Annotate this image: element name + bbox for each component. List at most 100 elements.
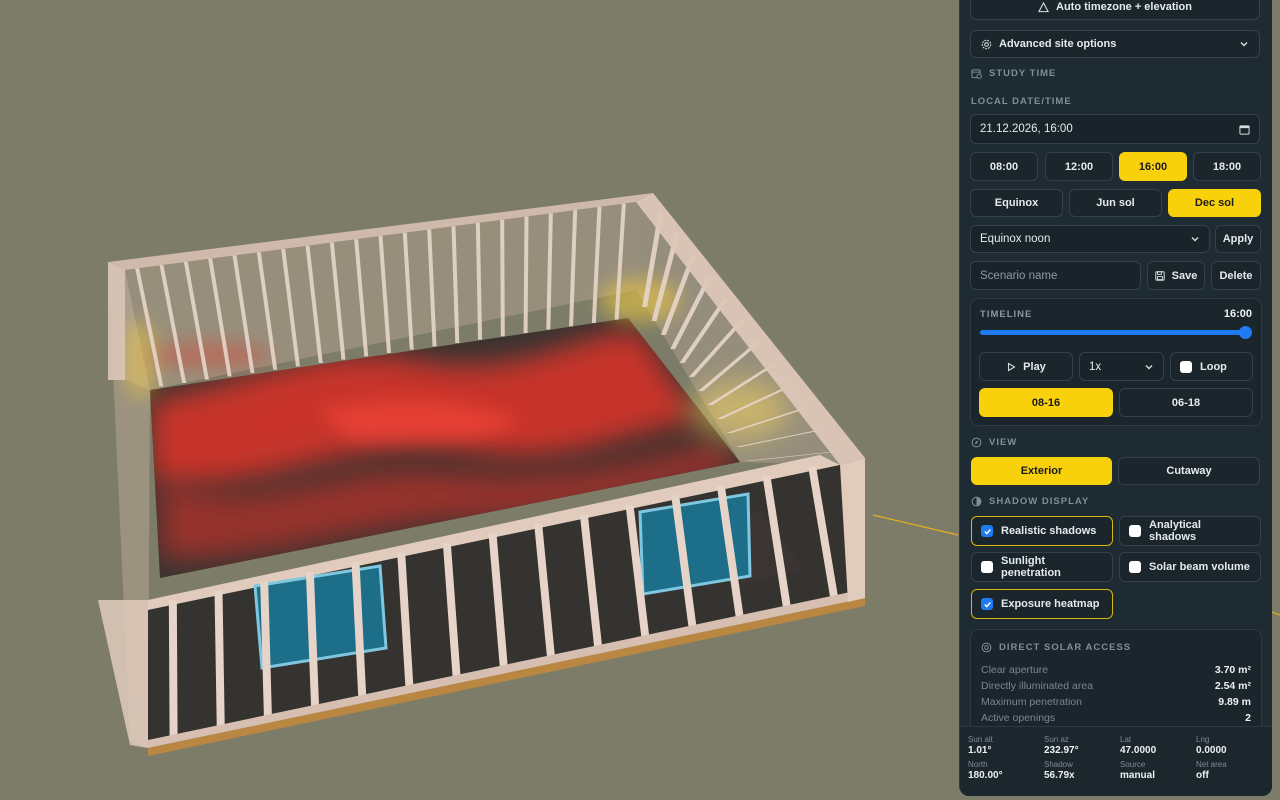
auto-timezone-button[interactable]: Auto timezone + elevation bbox=[970, 0, 1260, 20]
readout-label: Lng bbox=[1196, 735, 1210, 744]
chevron-down-icon bbox=[1144, 362, 1154, 372]
range-preset-08-16[interactable]: 08-16 bbox=[979, 388, 1113, 417]
scenario-name-placeholder: Scenario name bbox=[980, 269, 1058, 282]
sunlight-penetration-checkbox[interactable]: Sunlight penetration bbox=[971, 552, 1113, 582]
stat-value: 2 bbox=[1245, 712, 1251, 724]
speed-select[interactable]: 1x bbox=[1079, 352, 1164, 381]
shadow-option-label: Exposure heatmap bbox=[1001, 598, 1100, 610]
readout-lng: Lng 0.0000 bbox=[1196, 735, 1272, 756]
checkbox-checked[interactable] bbox=[981, 525, 993, 537]
stat-label: Maximum penetration bbox=[981, 696, 1082, 708]
datetime-input[interactable]: 21.12.2026, 16:00 bbox=[970, 114, 1260, 144]
local-datetime-label: LOCAL DATE/TIME bbox=[971, 96, 1072, 107]
local-datetime-label-text: LOCAL DATE/TIME bbox=[971, 96, 1072, 107]
hour-preset-1600[interactable]: 16:00 bbox=[1119, 152, 1187, 181]
hour-preset-0800[interactable]: 08:00 bbox=[970, 152, 1038, 181]
checkbox-unchecked[interactable] bbox=[981, 561, 993, 573]
settings-panel: Auto timezone + elevation Advanced site … bbox=[959, 0, 1272, 796]
view-exterior-button[interactable]: Exterior bbox=[971, 457, 1112, 485]
advanced-site-options-toggle[interactable]: Advanced site options bbox=[970, 30, 1260, 58]
play-button[interactable]: Play bbox=[979, 352, 1073, 381]
shadow-icon bbox=[971, 496, 982, 507]
scenario-select[interactable]: Equinox noon bbox=[970, 225, 1210, 253]
readout-label: Sun az bbox=[1044, 735, 1069, 744]
readout-value: 47.0000 bbox=[1120, 745, 1157, 756]
readout-label: Source bbox=[1120, 760, 1146, 769]
chevron-down-icon bbox=[1190, 234, 1200, 244]
apply-button[interactable]: Apply bbox=[1215, 225, 1261, 253]
hour-preset-label: 18:00 bbox=[1212, 160, 1242, 173]
checkbox-checked[interactable] bbox=[981, 598, 993, 610]
scenario-select-value: Equinox noon bbox=[980, 233, 1051, 245]
season-preset-jun-sol[interactable]: Jun sol bbox=[1069, 189, 1162, 217]
delete-button[interactable]: Delete bbox=[1211, 261, 1261, 290]
wall-glow bbox=[600, 278, 680, 322]
stat-value: 2.54 m² bbox=[1214, 680, 1251, 692]
save-button[interactable]: Save bbox=[1147, 261, 1205, 290]
readout-value: 56.79x bbox=[1044, 770, 1075, 781]
shadow-display-header: SHADOW DISPLAY bbox=[971, 496, 1089, 507]
shadow-option-label: Solar beam volume bbox=[1149, 561, 1250, 573]
readout-value: off bbox=[1196, 770, 1209, 781]
floppy-disk-icon bbox=[1154, 270, 1165, 281]
timeline-value: 16:00 bbox=[1223, 308, 1252, 320]
analytical-shadows-checkbox[interactable]: Analytical shadows bbox=[1119, 516, 1261, 546]
timeline-card: TIMELINE 16:00 Play 1x Loop 08-16 06-18 bbox=[970, 298, 1262, 426]
stat-value: 9.89 m bbox=[1218, 696, 1251, 708]
readout-lat: Lat 47.0000 bbox=[1120, 735, 1196, 756]
sun-target-icon bbox=[981, 642, 992, 653]
season-preset-dec-sol[interactable]: Dec sol bbox=[1168, 189, 1261, 217]
shadow-option-label: Sunlight penetration bbox=[1001, 555, 1061, 579]
stat-row: Active openings 2 bbox=[981, 712, 1251, 726]
left-corner-post bbox=[108, 262, 125, 380]
readout-value: 180.00° bbox=[968, 770, 1003, 781]
readout-net-area: Net area off bbox=[1196, 760, 1272, 781]
direct-solar-access-header: DIRECT SOLAR ACCESS bbox=[981, 642, 1131, 653]
readout-label: North bbox=[968, 760, 988, 769]
play-icon bbox=[1006, 362, 1016, 372]
season-preset-equinox[interactable]: Equinox bbox=[970, 189, 1063, 217]
hour-preset-label: 08:00 bbox=[989, 160, 1019, 173]
timeline-slider-fill bbox=[980, 330, 1246, 335]
stat-label: Active openings bbox=[981, 712, 1056, 724]
shadow-option-label: Realistic shadows bbox=[1001, 525, 1097, 537]
readout-value: 1.01° bbox=[968, 745, 992, 756]
stat-row: Maximum penetration 9.89 m bbox=[981, 696, 1251, 710]
hour-preset-label: 16:00 bbox=[1138, 160, 1168, 173]
readout-value: manual bbox=[1120, 770, 1156, 781]
range-preset-06-18[interactable]: 06-18 bbox=[1119, 388, 1253, 417]
view-cutaway-button[interactable]: Cutaway bbox=[1118, 457, 1260, 485]
timeline-slider-thumb[interactable] bbox=[1239, 326, 1252, 339]
sun-ray-line bbox=[872, 514, 959, 536]
range-preset-label: 06-18 bbox=[1171, 396, 1201, 409]
scenario-name-input[interactable]: Scenario name bbox=[970, 261, 1141, 290]
stat-label: Directly illuminated area bbox=[981, 680, 1094, 692]
readout-value: 0.0000 bbox=[1196, 745, 1227, 756]
hour-preset-1800[interactable]: 18:00 bbox=[1193, 152, 1261, 181]
readout-sun-az: Sun az 232.97° bbox=[1044, 735, 1120, 756]
exposure-heatmap-checkbox[interactable]: Exposure heatmap bbox=[971, 589, 1113, 619]
readout-label: Lat bbox=[1120, 735, 1132, 744]
season-preset-label: Equinox bbox=[994, 197, 1039, 209]
checkbox-unchecked[interactable] bbox=[1129, 525, 1141, 537]
solar-beam-volume-checkbox[interactable]: Solar beam volume bbox=[1119, 552, 1261, 582]
stat-label: Clear aperture bbox=[981, 664, 1049, 676]
hour-preset-label: 12:00 bbox=[1064, 160, 1094, 173]
wall-stud bbox=[500, 219, 505, 337]
readout-shadow: Shadow 56.79x bbox=[1044, 760, 1120, 781]
study-time-title: STUDY TIME bbox=[989, 68, 1057, 79]
hour-preset-1200[interactable]: 12:00 bbox=[1045, 152, 1113, 181]
checkbox-unchecked[interactable] bbox=[1129, 561, 1141, 573]
shadow-display-title: SHADOW DISPLAY bbox=[989, 496, 1090, 507]
loop-checkbox[interactable]: Loop bbox=[1170, 352, 1253, 381]
triangle-warning-icon bbox=[1038, 1, 1049, 13]
direct-solar-access-card: DIRECT SOLAR ACCESS Clear aperture 3.70 … bbox=[970, 629, 1262, 739]
timeline-slider-track[interactable] bbox=[980, 326, 1252, 339]
advanced-site-options-label: Advanced site options bbox=[999, 38, 1117, 50]
loop-checkbox-box[interactable] bbox=[1180, 360, 1192, 373]
calendar-icon[interactable] bbox=[1239, 124, 1250, 135]
realistic-shadows-checkbox[interactable]: Realistic shadows bbox=[971, 516, 1113, 546]
loop-label: Loop bbox=[1200, 360, 1227, 373]
readout-label: Net area bbox=[1196, 760, 1227, 769]
readout-sun-alt: Sun alt 1.01° bbox=[968, 735, 1044, 756]
